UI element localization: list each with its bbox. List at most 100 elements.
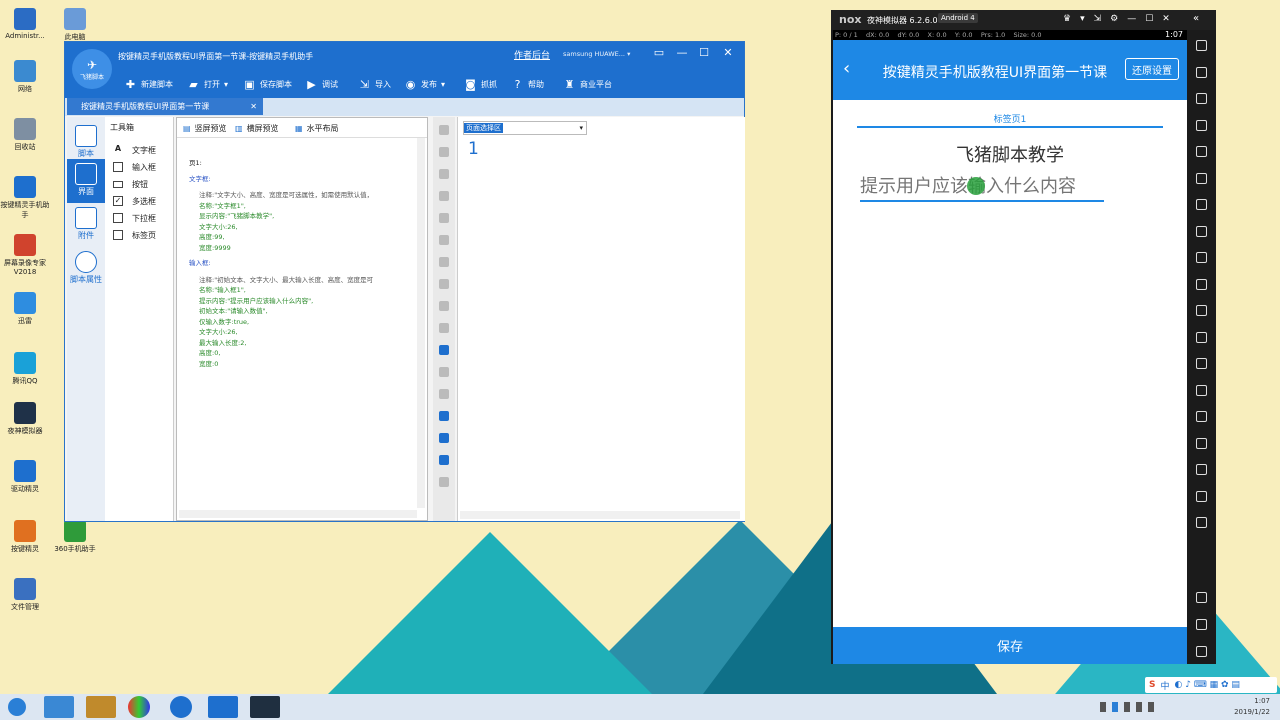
- publish-button[interactable]: ◉ 发布 ▾: [404, 75, 445, 93]
- scissors-icon[interactable]: [1196, 305, 1207, 316]
- camera-icon[interactable]: [1196, 464, 1207, 475]
- back-icon[interactable]: ‹: [843, 58, 850, 79]
- fullscreen-icon[interactable]: [1196, 119, 1207, 131]
- tool-icon[interactable]: [439, 455, 449, 465]
- nav-properties[interactable]: 脚本属性: [67, 247, 105, 291]
- location-icon[interactable]: [1196, 66, 1207, 78]
- tray-icons[interactable]: [1100, 702, 1210, 712]
- tool-button[interactable]: 按钮: [113, 177, 148, 191]
- portrait-preview-button[interactable]: ▤ 竖屏预览: [183, 122, 227, 134]
- screen-icon[interactable]: [1196, 93, 1207, 104]
- tool-label[interactable]: A 文字框: [113, 143, 156, 157]
- taskbar-app[interactable]: [170, 696, 192, 718]
- more-icon[interactable]: [1196, 517, 1207, 528]
- collapse-icon[interactable]: «: [1193, 13, 1199, 24]
- page-select[interactable]: 页面选择区 ▾: [463, 121, 587, 135]
- desktop-icon[interactable]: 屏幕录像专家 V2018: [0, 234, 50, 276]
- business-button[interactable]: ♜ 商业平台: [563, 75, 612, 93]
- tool-icon[interactable]: [439, 433, 449, 443]
- vertical-scrollbar[interactable]: [417, 138, 425, 508]
- video-icon[interactable]: [1196, 437, 1207, 449]
- tray-clock[interactable]: 1:07 2019/1/22: [1234, 696, 1270, 718]
- screenshot-icon[interactable]: [1196, 199, 1207, 210]
- desktop-icon[interactable]: 腾讯QQ: [0, 352, 50, 386]
- desktop-icon[interactable]: 回收站: [0, 118, 50, 152]
- apk-icon[interactable]: [1196, 278, 1207, 290]
- desktop-icon[interactable]: Administr...: [0, 8, 50, 40]
- tool-icon[interactable]: [439, 125, 449, 135]
- taskbar-app[interactable]: [208, 696, 238, 718]
- tool-icon[interactable]: [439, 367, 449, 377]
- import-button[interactable]: ⇲ 导入: [358, 75, 391, 93]
- ime-bar[interactable]: S 中 ◐ ♪ ⌨ ▦ ✿ ▤: [1145, 677, 1277, 693]
- tool-icon[interactable]: [439, 345, 449, 355]
- taskbar-app[interactable]: [250, 696, 280, 718]
- restore-settings-button[interactable]: 还原设置: [1125, 58, 1179, 80]
- tab-page-1[interactable]: 标签页1: [857, 112, 1163, 125]
- horizontal-scrollbar[interactable]: [179, 510, 417, 518]
- save-button[interactable]: 保存: [833, 627, 1187, 664]
- swap-icon[interactable]: [1196, 490, 1207, 502]
- resize-icon[interactable]: [1196, 358, 1207, 369]
- record-icon[interactable]: [1196, 225, 1207, 237]
- taskbar-app[interactable]: [86, 696, 116, 718]
- tool-icon[interactable]: [439, 191, 449, 201]
- tool-icon[interactable]: [439, 323, 449, 333]
- tool-input[interactable]: 输入框: [113, 160, 156, 174]
- tool-icon[interactable]: [439, 279, 449, 289]
- desktop-icon[interactable]: 夜神模拟器: [0, 402, 50, 436]
- start-button[interactable]: [2, 696, 32, 718]
- desktop-icon[interactable]: 此电脑: [50, 8, 100, 42]
- taskbar-app[interactable]: [44, 696, 74, 718]
- code-editor[interactable]: 页面选择区 ▾ 1: [457, 117, 745, 521]
- minimize-icon[interactable]: —: [675, 46, 689, 60]
- loading-icon[interactable]: [1196, 411, 1207, 422]
- save-script-button[interactable]: ▣ 保存脚本: [243, 75, 292, 93]
- tool-icon[interactable]: [439, 411, 449, 421]
- tool-icon[interactable]: [439, 213, 449, 223]
- multi-icon[interactable]: [1196, 331, 1207, 343]
- sync-icon[interactable]: [1196, 252, 1207, 263]
- tool-icon[interactable]: [439, 257, 449, 267]
- volume-up-icon[interactable]: [1196, 146, 1207, 157]
- debug-button[interactable]: ▶ 调试: [305, 75, 338, 93]
- tab-close-icon[interactable]: ✕: [250, 102, 257, 111]
- keyboard-icon[interactable]: [1196, 40, 1207, 51]
- ui-editor[interactable]: ▤ 竖屏预览 ▥ 横屏预览 ▦ 水平布局 页1: 文字框: 注释:"文字大小、高度、宽…: [176, 117, 428, 521]
- back-icon[interactable]: [1196, 592, 1207, 603]
- nav-attachment[interactable]: 附件: [67, 203, 105, 247]
- device-select[interactable]: samsung HUAWE... ▾: [563, 50, 630, 58]
- recents-icon[interactable]: [1196, 646, 1207, 657]
- desktop-icon[interactable]: 按键精灵手机助手: [0, 176, 50, 220]
- tool-icon[interactable]: [439, 169, 449, 179]
- tab-script[interactable]: 按键精灵手机版教程UI界面第一节课 ✕: [67, 98, 263, 115]
- new-script-button[interactable]: ✚ 新建脚本: [124, 75, 173, 93]
- desktop-icon[interactable]: 驱动精灵: [0, 460, 50, 494]
- author-link[interactable]: 作者后台: [514, 48, 550, 61]
- desktop-icon[interactable]: 文件管理: [0, 578, 50, 612]
- desktop-icon[interactable]: 360手机助手: [50, 520, 100, 554]
- capture-button[interactable]: ◙ 抓抓: [464, 75, 497, 93]
- close-icon[interactable]: ✕: [721, 46, 735, 60]
- desktop-icon[interactable]: 迅雷: [0, 292, 50, 326]
- menu-icon[interactable]: [1196, 384, 1207, 396]
- volume-down-icon[interactable]: [1196, 172, 1207, 184]
- tool-checkbox[interactable]: ✓ 多选框: [113, 194, 156, 208]
- landscape-preview-button[interactable]: ▥ 横屏预览: [235, 122, 279, 134]
- horizontal-layout-button[interactable]: ▦ 水平布局: [295, 122, 339, 134]
- home-icon[interactable]: [1196, 619, 1207, 630]
- nav-ui[interactable]: 界面: [67, 159, 105, 203]
- tool-tabpage[interactable]: 标签页: [113, 228, 156, 242]
- tool-icon[interactable]: [439, 147, 449, 157]
- tool-icon[interactable]: [439, 301, 449, 311]
- menu-icon[interactable]: ▭: [652, 46, 666, 60]
- tool-dropdown[interactable]: 下拉框: [113, 211, 156, 225]
- taskbar-app[interactable]: [128, 696, 150, 718]
- horizontal-scrollbar[interactable]: [460, 511, 740, 519]
- desktop-icon[interactable]: 网络: [0, 60, 50, 94]
- tool-icon[interactable]: [439, 389, 449, 399]
- help-button[interactable]: ? 帮助: [511, 75, 544, 93]
- emulator-controls[interactable]: ♛▾⇲⚙—☐✕: [1063, 14, 1179, 24]
- tool-icon[interactable]: [439, 477, 449, 487]
- open-button[interactable]: ▰ 打开 ▾: [187, 75, 228, 93]
